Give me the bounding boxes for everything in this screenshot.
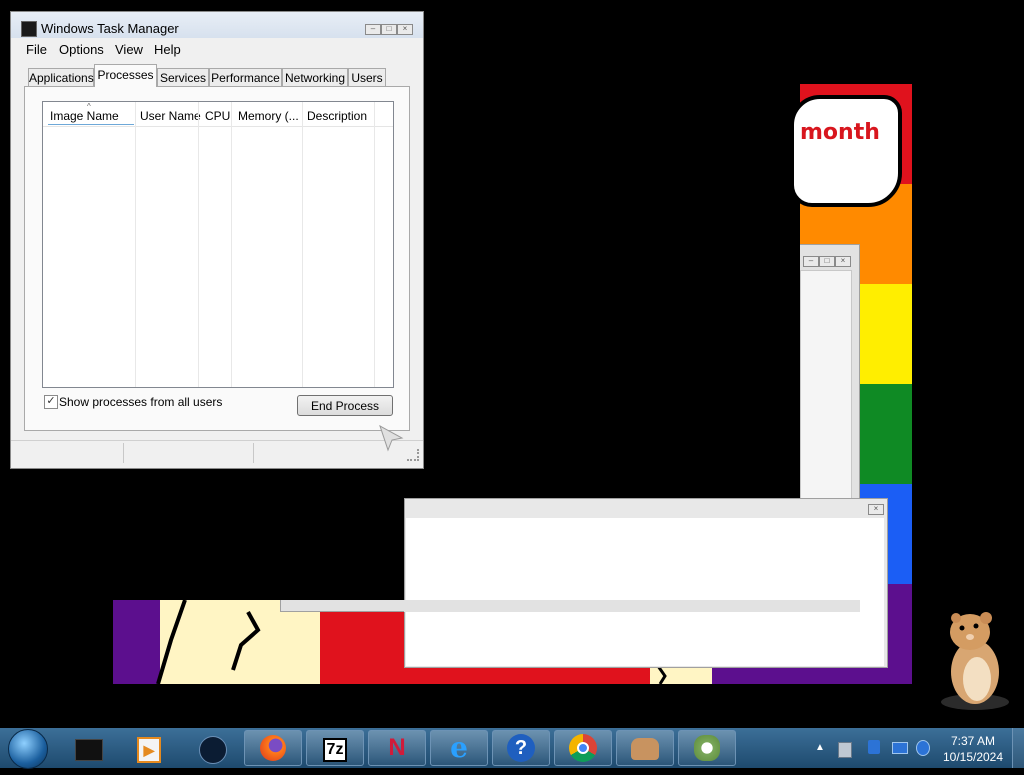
status-bar <box>11 440 423 465</box>
tab-performance[interactable]: Performance <box>209 68 282 86</box>
tray-app-icon[interactable] <box>868 740 880 754</box>
media-player-icon[interactable]: ▶ <box>120 730 178 766</box>
tab-processes[interactable]: Processes <box>94 64 157 87</box>
tray-device-icon[interactable] <box>838 742 852 758</box>
black-app-icon[interactable] <box>60 730 118 766</box>
column-cpu[interactable]: CPU <box>205 109 230 123</box>
task-manager-window: Windows Task Manager – □ × File Options … <box>10 11 424 469</box>
maximize-button[interactable]: □ <box>381 24 397 35</box>
show-hidden-icons-button[interactable]: ▲ <box>812 736 828 760</box>
n-app-icon[interactable]: N <box>368 730 426 766</box>
bg-maximize-button[interactable]: □ <box>819 256 835 267</box>
column-user-name[interactable]: User Name <box>140 109 201 123</box>
7zip-icon[interactable]: 7z <box>306 730 364 766</box>
internet-explorer-icon[interactable]: e <box>430 730 488 766</box>
taskbar: ▶ 7z N e ? ▲ 7:37 AM 10/15/2024 <box>0 728 1024 769</box>
clock-time[interactable]: 7:37 AM <box>936 734 1010 748</box>
tab-users[interactable]: Users <box>348 68 386 86</box>
show-all-users-label: Show processes from all users <box>59 395 223 409</box>
menu-help[interactable]: Help <box>154 42 181 57</box>
resize-grip-icon[interactable] <box>407 449 419 461</box>
tab-applications[interactable]: Applications <box>28 68 94 86</box>
column-divider[interactable] <box>198 102 199 387</box>
dialog-window-body <box>406 518 884 666</box>
ie-label: e <box>450 731 468 764</box>
close-button[interactable]: × <box>397 24 413 35</box>
task-manager-app-icon <box>21 21 37 37</box>
tray-volume-icon[interactable] <box>916 740 930 756</box>
bg-minimize-button[interactable]: – <box>803 256 819 267</box>
tab-networking[interactable]: Networking <box>282 68 348 86</box>
mouse-cursor-icon <box>379 424 404 452</box>
bubble-text: month <box>800 120 880 145</box>
mascot-app-icon[interactable] <box>616 730 674 766</box>
column-divider[interactable] <box>135 102 136 387</box>
column-divider[interactable] <box>231 102 232 387</box>
menu-view[interactable]: View <box>115 42 143 57</box>
sorted-column-underline <box>48 124 134 125</box>
column-divider[interactable] <box>374 102 375 387</box>
n-app-label: N <box>388 734 406 761</box>
minimize-button[interactable]: – <box>365 24 381 35</box>
globe-app-icon[interactable] <box>184 730 242 766</box>
column-divider[interactable] <box>302 102 303 387</box>
hamster-mascot-icon <box>941 612 1009 710</box>
help-icon[interactable]: ? <box>492 730 550 766</box>
clock-date[interactable]: 10/15/2024 <box>936 750 1010 764</box>
start-orb-icon[interactable] <box>8 729 48 769</box>
firefox-icon[interactable] <box>244 730 302 766</box>
speech-bubble <box>790 95 902 207</box>
column-description[interactable]: Description <box>307 109 367 123</box>
bg-close-button[interactable]: × <box>835 256 851 267</box>
tab-services[interactable]: Services <box>157 68 209 86</box>
column-image-name[interactable]: Image Name <box>50 109 119 123</box>
show-desktop-button[interactable] <box>1012 728 1024 768</box>
flower-app-icon[interactable] <box>678 730 736 766</box>
dialog-close-button[interactable]: × <box>868 504 884 515</box>
menu-options[interactable]: Options <box>59 42 104 57</box>
menu-bar: File Options View Help <box>11 40 423 60</box>
7zip-label: 7z <box>322 738 348 762</box>
show-all-users-checkbox[interactable]: ✓ <box>44 395 58 409</box>
status-divider <box>253 443 254 463</box>
process-list[interactable] <box>42 101 394 388</box>
status-divider <box>123 443 124 463</box>
menu-file[interactable]: File <box>26 42 47 57</box>
column-memory[interactable]: Memory (... <box>238 109 299 123</box>
end-process-button[interactable]: End Process <box>297 395 393 416</box>
tray-network-icon[interactable] <box>892 742 908 754</box>
window-title: Windows Task Manager <box>41 21 179 36</box>
chrome-icon[interactable] <box>554 730 612 766</box>
dialog-overlap-gray <box>404 600 860 612</box>
help-label: ? <box>507 734 535 762</box>
